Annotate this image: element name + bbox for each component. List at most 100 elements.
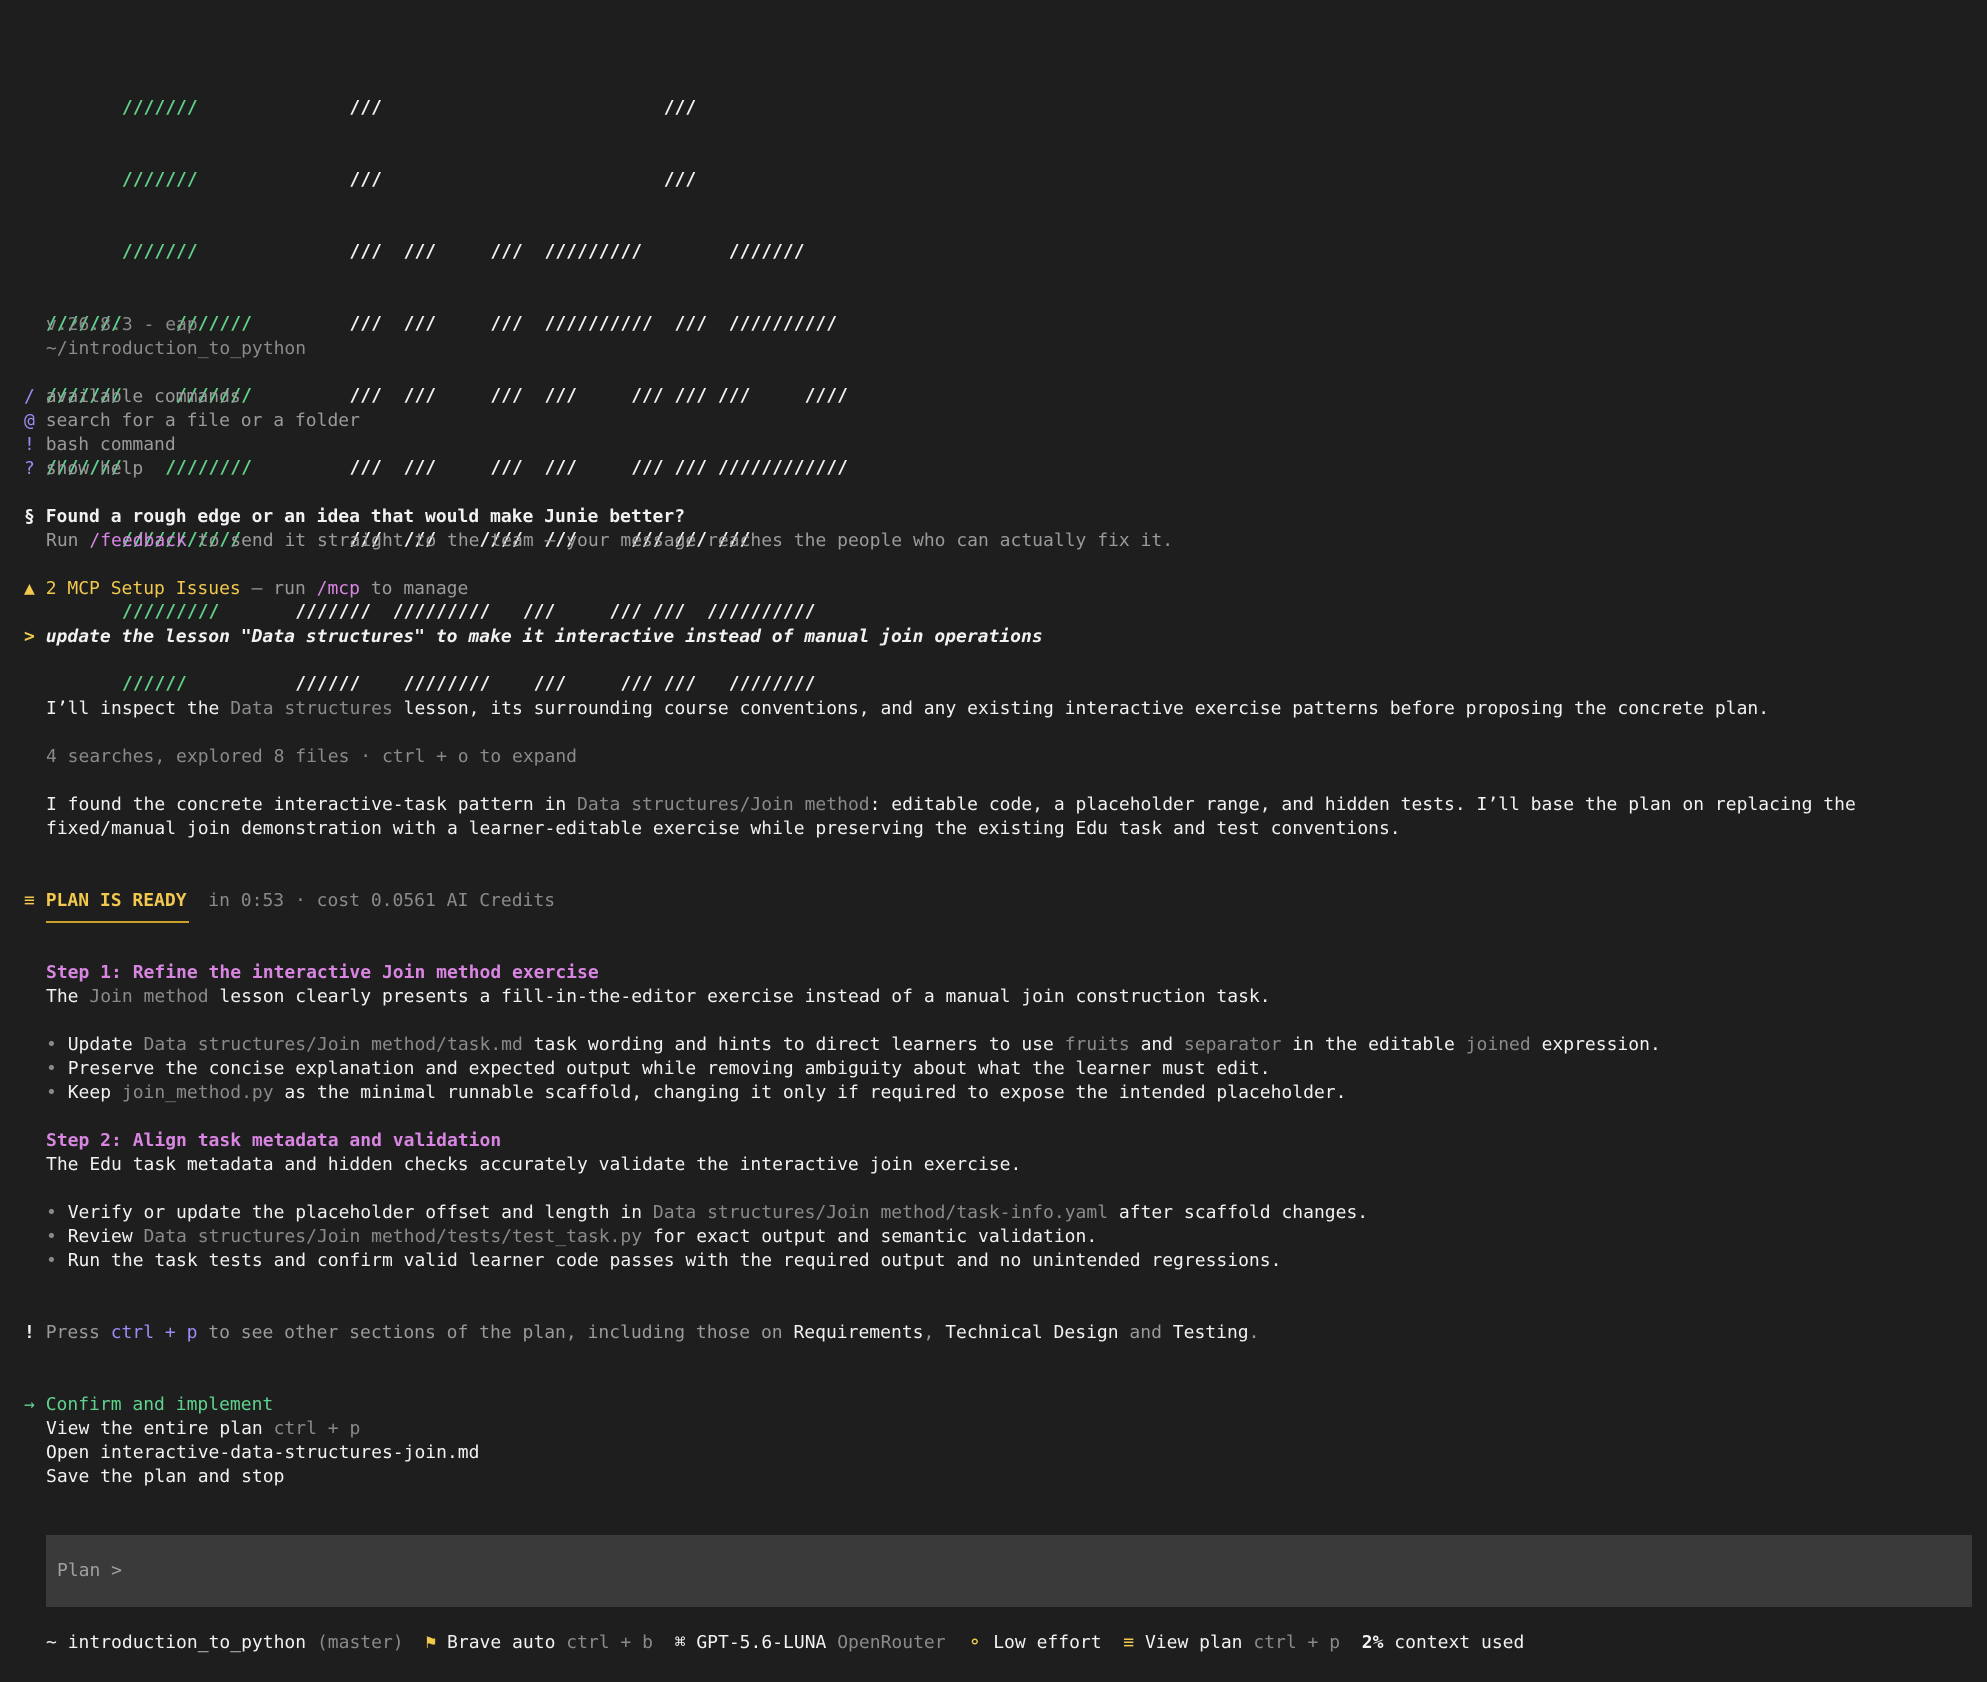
bullet-icon: •	[46, 1226, 57, 1247]
plan-ready-title: PLAN IS READY	[45, 890, 187, 911]
status-mode-keys: ctrl + b	[566, 1632, 653, 1653]
logo-line-white: ////// //////// /// /// /// ////////	[186, 673, 816, 694]
plan-title-underline	[46, 921, 189, 923]
logo-line-green: //////	[46, 673, 187, 694]
logo-line-green: ///////	[46, 241, 198, 262]
logo-line: /////// /// ///	[46, 96, 848, 120]
step-1-description: The Join method lesson clearly presents …	[46, 985, 1271, 1009]
logo-line-white: /////// ///////// /// /// /// //////////	[219, 601, 816, 622]
b-pre: Verify or update the placeholder offset …	[67, 1202, 653, 1223]
shortcut-label: search for a file or a folder	[45, 410, 360, 431]
notice-section-requirements: Requirements	[793, 1322, 924, 1343]
bang-key: !	[24, 434, 35, 455]
logo-line: /////// /// /// /// ///////// ///////	[46, 240, 848, 264]
status-view-plan[interactable]: View plan	[1145, 1632, 1243, 1653]
mcp-pre: — run	[240, 578, 317, 599]
action-label: View the entire plan	[46, 1418, 263, 1439]
mcp-issue-count: 2 MCP Setup Issues	[45, 578, 241, 599]
logo-line-white: /// ///	[197, 169, 697, 190]
at-key: @	[24, 410, 35, 431]
home-icon: ~	[46, 1632, 57, 1653]
prompt-chevron-icon: >	[24, 626, 35, 647]
b-ref: Data structures/Join method/tests/test_t…	[143, 1226, 643, 1247]
logo-line: /////// /// ///	[46, 168, 848, 192]
msg1-post: lesson, its surrounding course conventio…	[392, 698, 1770, 719]
feedback-pre: Run	[46, 530, 90, 551]
plan-input[interactable]: Plan >	[46, 1535, 1972, 1607]
warning-icon: ▲	[24, 578, 35, 599]
b-post: for exact output and semantic validation…	[642, 1226, 1098, 1247]
assistant-message-2: I found the concrete interactive-task pa…	[46, 793, 1856, 817]
bullet-icon: •	[46, 1082, 57, 1103]
desc-pre: The	[46, 986, 90, 1007]
b-post: expression.	[1530, 1034, 1661, 1055]
step-1-bullet-1: • Update Data structures/Join method/tas…	[46, 1033, 1661, 1057]
shortcut-search: @ search for a file or a folder	[24, 409, 360, 433]
context-label: context used	[1394, 1632, 1525, 1653]
shortcut-help: ? show help	[24, 457, 143, 481]
msg1-ref: Data structures	[230, 698, 393, 719]
user-prompt-text: update the lesson "Data structures" to m…	[45, 626, 1043, 647]
status-bar: ~ introduction_to_python (master) ⚑ Brav…	[46, 1631, 1524, 1655]
feedback-title: § Found a rough edge or an idea that wou…	[24, 505, 685, 529]
assistant-message-1: I’ll inspect the Data structures lesson,…	[46, 697, 1769, 721]
context-percent: 2%	[1361, 1632, 1384, 1653]
notice-end: .	[1248, 1322, 1260, 1343]
step-1-title: Step 1: Refine the interactive Join meth…	[46, 962, 599, 983]
b-text: Run the task tests and confirm valid lea…	[67, 1250, 1282, 1271]
bullet-icon: •	[46, 1202, 57, 1223]
notice-comma: ,	[923, 1322, 946, 1343]
status-plan-keys: ctrl + p	[1253, 1632, 1341, 1653]
action-open-file[interactable]: Open interactive-data-structures-join.md	[46, 1441, 479, 1465]
action-view-plan[interactable]: View the entire plan ctrl + p	[46, 1417, 360, 1441]
effort-icon: ⚬	[967, 1632, 983, 1653]
logo-line-white: /// /// /// ///////// ///////	[197, 241, 805, 262]
step-2-bullet-3: • Run the task tests and confirm valid l…	[46, 1249, 1281, 1273]
version-text: v.26.8.3 - eap	[46, 314, 198, 335]
shortcut-label: available commands	[45, 386, 241, 407]
action-keys: ctrl + p	[273, 1418, 361, 1439]
shortcut-bash: ! bash command	[24, 433, 176, 457]
notice-section-testing: Testing	[1172, 1322, 1249, 1343]
notice-keys: ctrl + p	[110, 1322, 198, 1343]
terminal-window: /////// /// /// /////// /// /// /////// …	[0, 0, 1987, 1682]
activity-summary[interactable]: 4 searches, explored 8 files · ctrl + o …	[46, 745, 577, 769]
msg2-pre: I found the concrete interactive-task pa…	[46, 794, 578, 815]
logo-line: /////// //////// /// /// /// /// /// ///…	[46, 456, 848, 480]
status-branch: (master)	[316, 1632, 404, 1653]
b-pre: Review	[67, 1226, 144, 1247]
logo-line-white: /// ///	[197, 97, 697, 118]
status-effort[interactable]: Low effort	[993, 1632, 1101, 1653]
b-ref: join_method.py	[121, 1082, 274, 1103]
shortcut-label: bash command	[45, 434, 176, 455]
plan-sections-notice: ! Press ctrl + p to see other sections o…	[24, 1321, 1259, 1345]
status-mode[interactable]: Brave auto	[447, 1632, 555, 1653]
desc-ref: Join method	[89, 986, 209, 1007]
b-post: as the minimal runnable scaffold, changi…	[273, 1082, 1347, 1103]
flag-icon: ⚑	[425, 1632, 437, 1653]
arrow-right-icon: →	[24, 1394, 35, 1415]
notice-mid: to see other sections of the plan, inclu…	[197, 1322, 794, 1343]
status-project: introduction_to_python	[67, 1632, 307, 1653]
plan-input-prompt: Plan >	[57, 1560, 123, 1581]
status-model[interactable]: GPT-5.6-LUNA	[696, 1632, 826, 1653]
action-save-stop[interactable]: Save the plan and stop	[46, 1465, 284, 1489]
mcp-post: to manage	[359, 578, 469, 599]
notice-and: and	[1118, 1322, 1173, 1343]
logo-line: ///////// /////// ///////// /// /// /// …	[46, 600, 848, 624]
logo-line-green: ///////	[46, 97, 198, 118]
mcp-command-link[interactable]: /mcp	[317, 578, 360, 599]
msg2-post: : editable code, a placeholder range, an…	[869, 794, 1856, 815]
step-1-bullet-2: • Preserve the concise explanation and e…	[46, 1057, 1271, 1081]
b-pre: Keep	[67, 1082, 122, 1103]
plan-meta: in 0:53 · cost 0.0561 AI Credits	[208, 890, 556, 911]
mcp-warning: ▲ 2 MCP Setup Issues — run /mcp to manag…	[24, 577, 468, 601]
step-1-bullet-3: • Keep join_method.py as the minimal run…	[46, 1081, 1346, 1105]
action-confirm-implement[interactable]: → Confirm and implement	[24, 1393, 273, 1417]
logo-line-green: ///////	[46, 169, 198, 190]
feedback-heading: Found a rough edge or an idea that would…	[45, 506, 686, 527]
step-2-bullet-2: • Review Data structures/Join method/tes…	[46, 1225, 1097, 1249]
status-provider: OpenRouter	[837, 1632, 946, 1653]
plan-ready-header: ≡ PLAN IS READY in 0:53 · cost 0.0561 AI…	[24, 889, 555, 913]
feedback-command-link[interactable]: /feedback	[89, 530, 187, 551]
